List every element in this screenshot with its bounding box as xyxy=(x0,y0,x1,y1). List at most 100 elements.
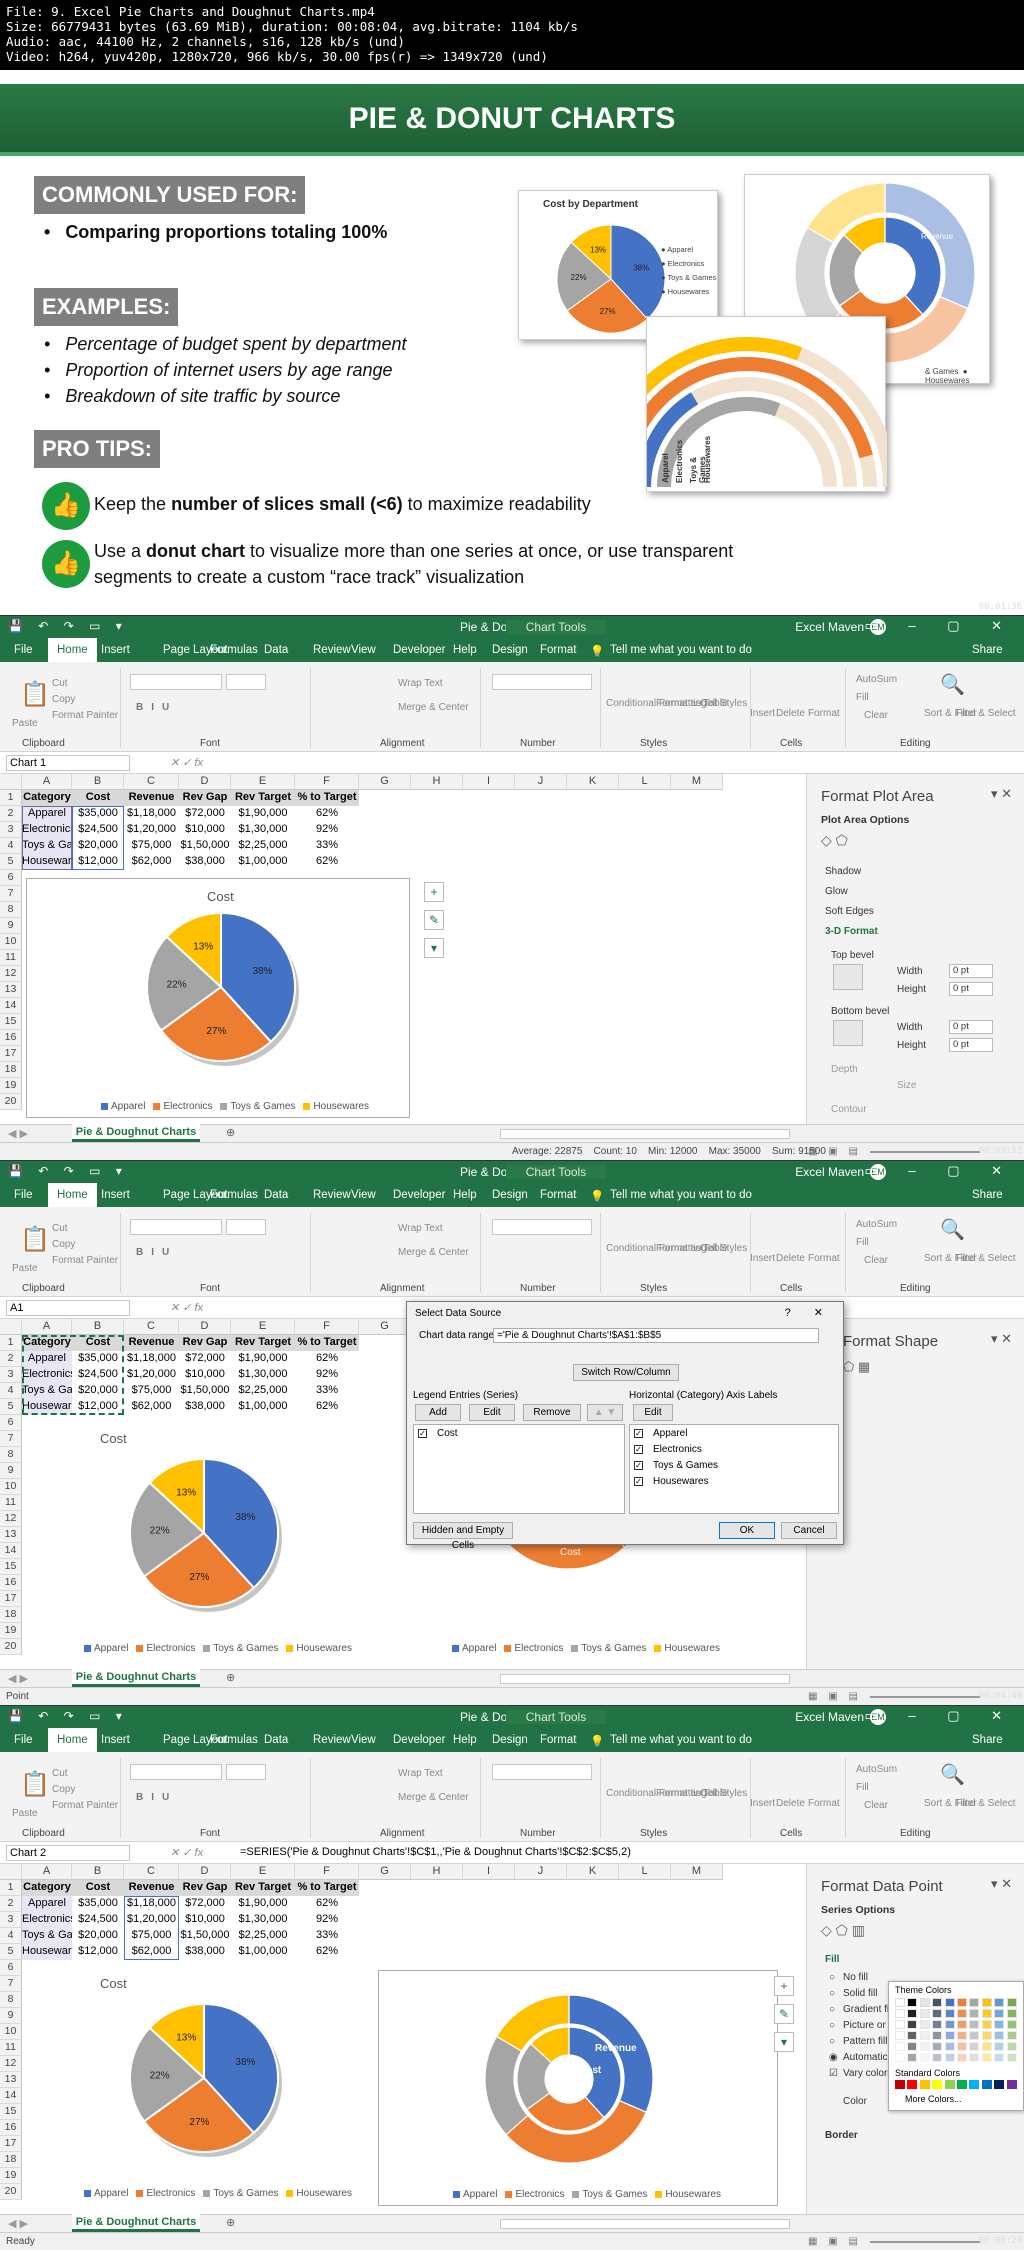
color-swatch[interactable] xyxy=(907,2053,918,2062)
row-header[interactable]: 5 xyxy=(0,854,22,870)
chart-legend[interactable]: Apparel Electronics Toys & Games Housewares xyxy=(76,2188,352,2199)
row-header[interactable]: 15 xyxy=(0,1014,22,1030)
table-cell[interactable]: $75,000 xyxy=(124,1383,179,1399)
tell-me-search[interactable]: Tell me what you want to do xyxy=(610,1734,752,1746)
ribbon-command[interactable]: Delete xyxy=(776,1253,805,1264)
ribbon-command[interactable]: Copy xyxy=(52,694,75,705)
color-swatch[interactable] xyxy=(932,2080,943,2089)
color-swatch[interactable] xyxy=(981,2080,992,2089)
ribbon-command[interactable]: Find & Select xyxy=(956,1798,1015,1809)
ribbon-command[interactable]: Clear xyxy=(864,1255,888,1266)
ribbon-command[interactable]: Cell Styles xyxy=(700,698,747,709)
row-header[interactable]: 20 xyxy=(0,1094,22,1110)
donut-chart[interactable]: Revenue Cost Apparel Electronics Toys & Game… xyxy=(378,1970,778,2206)
color-swatch[interactable] xyxy=(895,1998,905,2007)
pie-chart-svg[interactable]: 38% 27% 22% 13% xyxy=(26,1970,378,2180)
worksheet-grid[interactable]: ABCDEFGHIJKLM123456789101112131415161718… xyxy=(0,1864,800,2214)
ribbon-tab[interactable]: Format xyxy=(540,1734,576,1746)
color-swatch[interactable] xyxy=(919,2020,930,2029)
table-cell[interactable]: 92% xyxy=(295,1912,359,1928)
donut-chart-svg[interactable]: Revenue Cost xyxy=(379,1971,779,2207)
ribbon-tab[interactable]: Help xyxy=(453,1734,477,1746)
pie-chart-svg[interactable]: 38% 27% 22% 13% xyxy=(26,1425,378,1635)
column-header[interactable]: G xyxy=(359,774,411,790)
chart-legend[interactable]: Apparel Electronics Toys & Games Housewares xyxy=(444,1643,720,1654)
color-swatch[interactable] xyxy=(969,2053,980,2062)
row-header[interactable]: 16 xyxy=(0,2120,22,2136)
table-cell[interactable]: Electronics xyxy=(22,1912,72,1928)
color-swatch[interactable] xyxy=(907,2031,918,2040)
color-swatch[interactable] xyxy=(1006,2080,1017,2089)
table-cell[interactable]: $2,25,000 xyxy=(231,1928,295,1944)
formula-input[interactable]: =SERIES('Pie & Doughnut Charts'!$C$1,,'P… xyxy=(240,1846,794,1858)
sheet-nav-arrows[interactable]: ◀ ▶ xyxy=(8,1672,28,1685)
pane-section[interactable]: 3-D Format xyxy=(825,926,878,937)
ribbon-tab[interactable]: Home xyxy=(48,1183,97,1207)
share-button[interactable]: Share xyxy=(972,1734,1003,1746)
color-swatch[interactable] xyxy=(981,2020,992,2029)
font-size-box[interactable] xyxy=(226,1219,266,1235)
color-swatch[interactable] xyxy=(944,2020,955,2029)
row-header[interactable]: 14 xyxy=(0,2088,22,2104)
row-header[interactable]: 3 xyxy=(0,822,22,838)
chart-legend[interactable]: Apparel Electronics Toys & Games Housewares xyxy=(445,2189,721,2200)
column-header[interactable]: L xyxy=(619,774,671,790)
ribbon-tab[interactable]: Design xyxy=(492,644,528,656)
ribbon-tab[interactable]: Insert xyxy=(101,644,130,656)
table-cell[interactable]: 92% xyxy=(295,1367,359,1383)
color-swatch[interactable] xyxy=(957,2042,967,2051)
ribbon-command[interactable]: Merge & Center xyxy=(398,1792,469,1803)
ribbon-command[interactable]: Format Painter xyxy=(52,1255,118,1266)
ribbon-command[interactable]: Cell Styles xyxy=(700,1788,747,1799)
row-header[interactable]: 20 xyxy=(0,2184,22,2200)
color-swatch[interactable] xyxy=(957,2053,967,2062)
pie-chart[interactable]: Cost 38% 27% 22% 13% Apparel Electronics Toys &… xyxy=(26,1425,378,1661)
color-swatch[interactable] xyxy=(1006,2053,1017,2062)
edit-series-button[interactable]: Edit xyxy=(469,1404,515,1421)
color-swatch[interactable] xyxy=(969,1998,980,2007)
table-cell[interactable]: $1,30,000 xyxy=(231,1367,295,1383)
add-series-button[interactable]: Add xyxy=(415,1404,461,1421)
ribbon-tab[interactable]: Insert xyxy=(101,1189,130,1201)
color-swatch[interactable] xyxy=(994,2009,1005,2018)
row-header[interactable]: 15 xyxy=(0,1559,22,1575)
table-cell[interactable]: 62% xyxy=(295,1896,359,1912)
border-section[interactable]: Border xyxy=(825,2130,858,2141)
color-swatch[interactable] xyxy=(957,2020,967,2029)
row-header[interactable]: 15 xyxy=(0,2104,22,2120)
select-all-corner[interactable] xyxy=(0,1864,22,1880)
color-swatch[interactable] xyxy=(981,2009,992,2018)
row-header[interactable]: 4 xyxy=(0,838,22,854)
close-icon[interactable]: ▾ ✕ xyxy=(991,786,1012,802)
ribbon-command[interactable]: Paste xyxy=(12,1263,38,1274)
shape-icons[interactable]: ⬠ ▦ xyxy=(843,1359,870,1375)
table-header-cell[interactable]: Rev Target xyxy=(231,1335,295,1351)
color-swatch[interactable] xyxy=(944,1998,955,2007)
color-swatch[interactable] xyxy=(895,2020,905,2029)
column-header[interactable]: E xyxy=(231,1319,295,1335)
ribbon-tab[interactable]: Help xyxy=(453,644,477,656)
table-header-cell[interactable]: Rev Gap xyxy=(179,790,231,806)
color-swatch[interactable] xyxy=(1006,2042,1017,2051)
table-cell[interactable]: $62,000 xyxy=(124,1399,179,1415)
column-header[interactable]: E xyxy=(231,774,295,790)
chart-styles-button[interactable]: ✎ xyxy=(424,910,444,930)
row-header[interactable]: 11 xyxy=(0,2040,22,2056)
ribbon-tab[interactable]: Data xyxy=(264,1734,288,1746)
font-name-box[interactable] xyxy=(130,1764,222,1780)
chart-filters-button[interactable]: ▾ xyxy=(774,2032,794,2052)
ribbon-tab[interactable]: Data xyxy=(264,1189,288,1201)
checkbox[interactable]: ✓ xyxy=(634,1476,643,1486)
row-header[interactable]: 11 xyxy=(0,950,22,966)
table-cell[interactable]: $72,000 xyxy=(179,806,231,822)
series-list[interactable]: ✓ Cost xyxy=(413,1424,625,1514)
checkbox[interactable]: ✓ xyxy=(634,1460,643,1470)
zoom-slider[interactable] xyxy=(870,1151,980,1153)
fill-option-label[interactable]: Vary colors xyxy=(843,2068,892,2079)
move-series-buttons[interactable]: ▲ ▼ xyxy=(587,1404,623,1421)
color-swatch[interactable] xyxy=(994,2080,1005,2089)
pane-section[interactable]: Shadow xyxy=(825,866,861,877)
row-header[interactable]: 10 xyxy=(0,2024,22,2040)
table-cell[interactable]: $1,90,000 xyxy=(231,1351,295,1367)
ribbon-command[interactable]: Format Painter xyxy=(52,1800,118,1811)
